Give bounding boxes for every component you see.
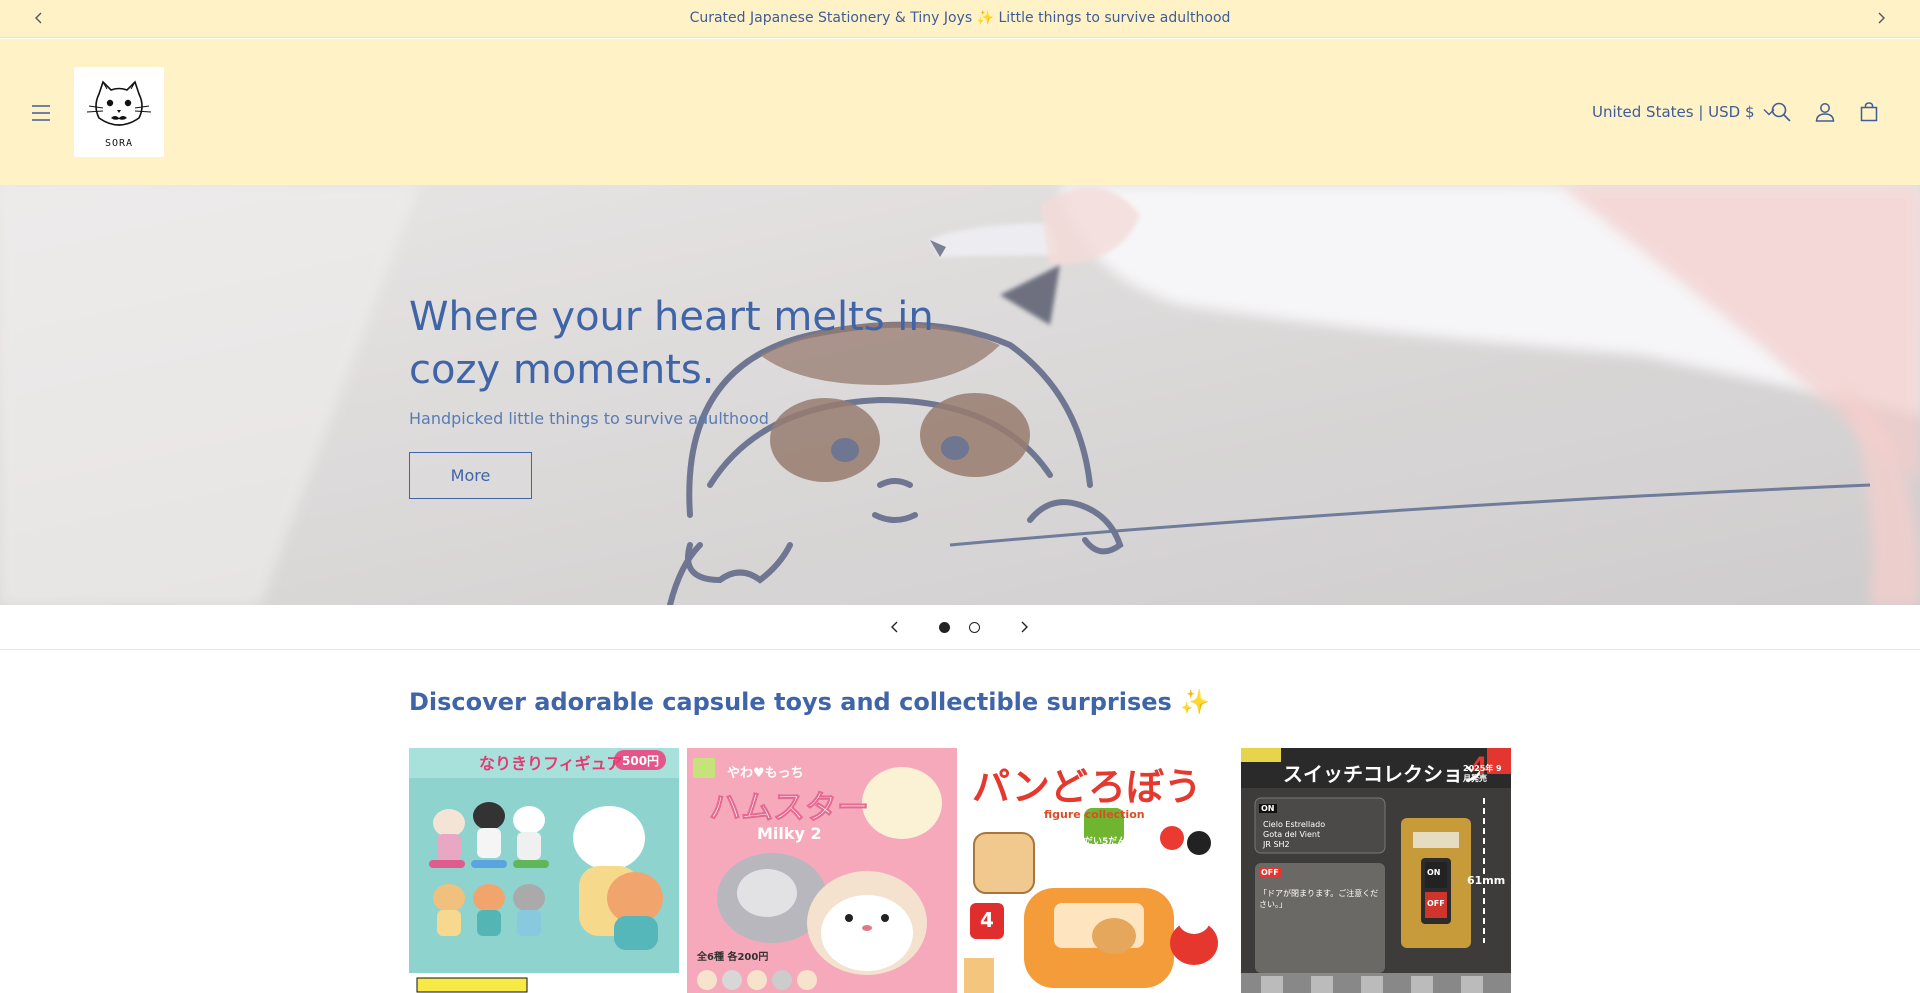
cat-logo-icon [86, 80, 152, 126]
logo-text: SORA [104, 137, 134, 149]
collection-title: Discover adorable capsule toys and colle… [409, 688, 1211, 716]
switch-off-text: OFF [1427, 899, 1445, 908]
slide-prev-button[interactable] [885, 617, 905, 637]
slideshow-controls [0, 605, 1920, 650]
product-image [409, 748, 679, 993]
announcement-text: Curated Japanese Stationery & Tiny Joys … [689, 10, 1231, 26]
card-list-item-3: JR SH2 [1263, 840, 1290, 849]
card-title-text: スイッチコレクション [1283, 762, 1483, 786]
card-off-label: OFF [1259, 868, 1281, 877]
card-sub-text: figure collection [1044, 808, 1145, 821]
cart-icon [1860, 102, 1878, 122]
slide-next-button[interactable] [1014, 617, 1034, 637]
search-icon [1771, 102, 1791, 122]
country-currency-selector[interactable]: United States | USD $ [1592, 101, 1775, 123]
store-logo[interactable]: SORA [74, 67, 164, 157]
card-list-item-2: Gota del Vient [1263, 830, 1321, 839]
card-title-text: ハムスター [708, 788, 870, 827]
card-title-text: なりきりフィギュア [479, 754, 623, 773]
chevron-right-icon [1878, 12, 1885, 24]
hero-banner: Where your heart melts in cozy moments. … [0, 185, 1920, 605]
product-card-hassha-bell-switch[interactable]: スイッチコレクション 4 2025年 9月発売 ON Cielo Estrell… [1241, 748, 1511, 993]
announcement-bar: Curated Japanese Stationery & Tiny Joys … [0, 0, 1920, 38]
hero-more-button[interactable]: More [409, 452, 532, 499]
card-quote-text: 「ドアが閉まります。ご注意ください。」 [1259, 889, 1379, 909]
card-badge-text: 4 [980, 908, 994, 932]
card-list-item-1: Cielo Estrellado [1263, 820, 1326, 829]
account-icon [1815, 103, 1835, 122]
site-header: SORA United States | USD $ [0, 39, 1920, 185]
card-date-text: 2025年 9月発売 [1463, 764, 1502, 783]
announcement-next-button[interactable] [1871, 8, 1891, 28]
chevron-right-icon [1021, 621, 1028, 633]
product-card-hamster-milky[interactable]: やわ♥もっち ハムスター Milky 2 全6種 各200円 [687, 748, 957, 993]
menu-button[interactable] [28, 101, 56, 125]
account-button[interactable] [1812, 99, 1838, 125]
card-price-text: 全6種 各200円 [697, 952, 769, 963]
card-size-text: 61mm [1467, 874, 1506, 887]
switch-on-text: ON [1427, 868, 1441, 877]
hero-subtitle: Handpicked little things to survive adul… [409, 409, 769, 428]
search-button[interactable] [1768, 99, 1794, 125]
hero-title: Where your heart melts in cozy moments. [409, 294, 934, 393]
product-card-narikiri-figure[interactable]: なりきりフィギュア 500円 [409, 748, 679, 993]
product-card-pandorobou[interactable]: パンどろぼう figure collection だい5だん 4 [964, 748, 1234, 993]
card-title-text: パンどろぼう [972, 765, 1202, 809]
cart-button[interactable] [1856, 99, 1882, 125]
card-volume-text: だい5だん [1084, 837, 1127, 847]
slide-dot-1[interactable] [939, 622, 950, 633]
card-badge-text: 500円 [622, 754, 660, 768]
chevron-left-icon [891, 621, 898, 633]
locale-label: United States | USD $ [1592, 103, 1755, 121]
slide-dot-2[interactable] [969, 622, 980, 633]
card-top-text: やわ♥もっち [727, 766, 804, 781]
card-on-label: ON [1259, 804, 1277, 813]
card-sub-text: Milky 2 [757, 824, 822, 843]
menu-icon [32, 105, 50, 121]
